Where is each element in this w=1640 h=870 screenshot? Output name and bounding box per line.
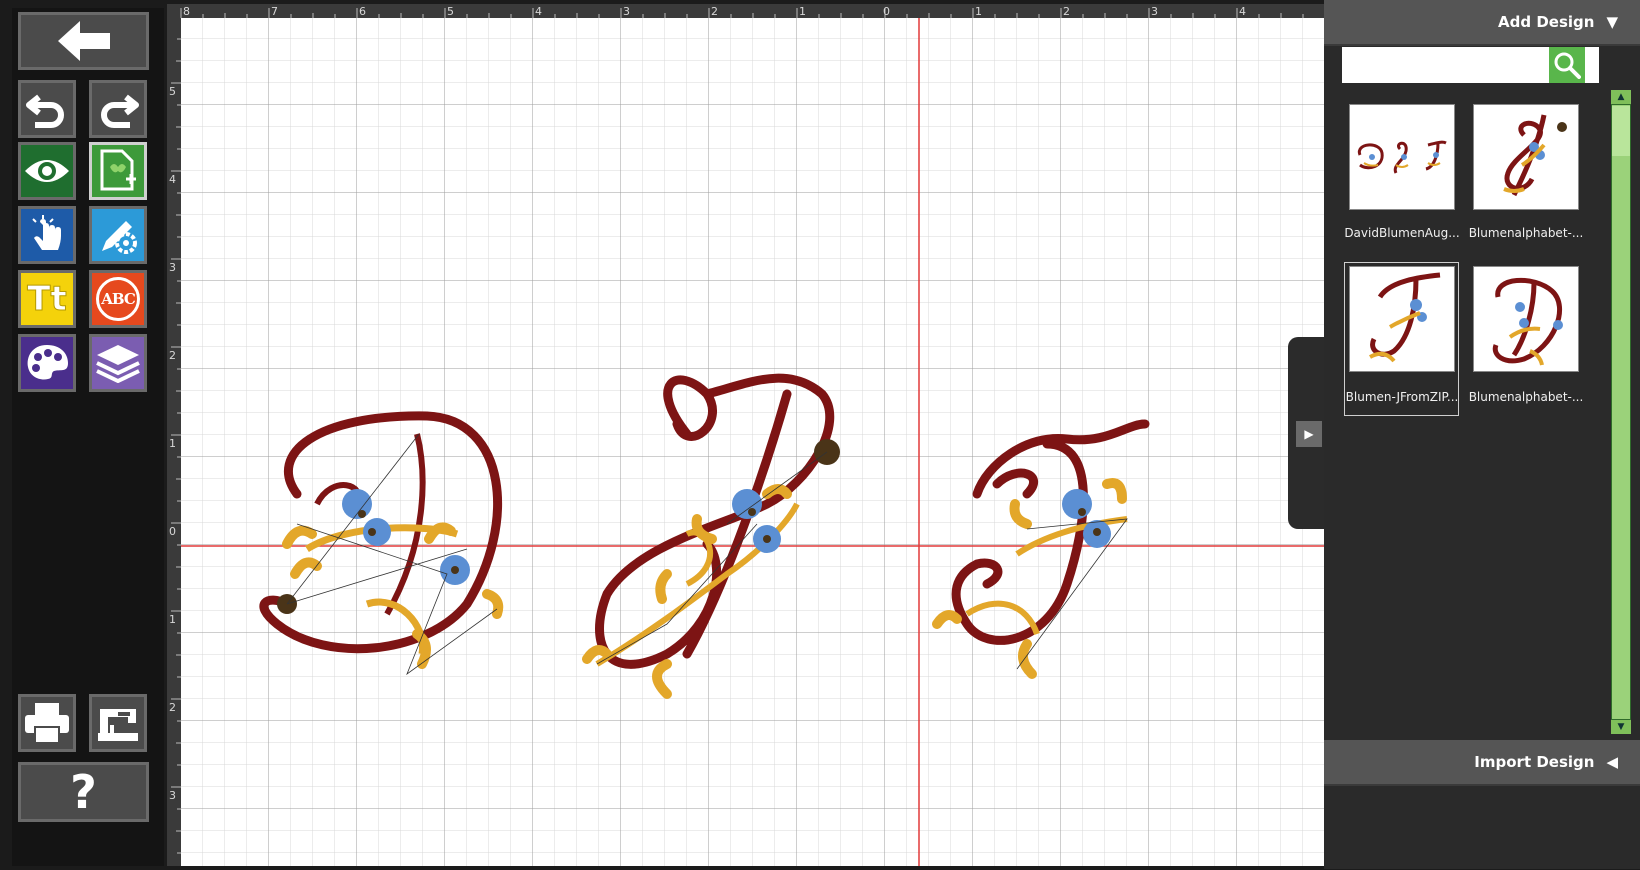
text-button[interactable]: Tt: [18, 270, 76, 328]
ruler-label: 3: [1151, 5, 1158, 18]
palette-icon: [27, 345, 69, 380]
help-icon: ?: [70, 765, 97, 819]
chevron-right-icon: ▶: [1304, 427, 1314, 441]
eye-icon: [25, 160, 69, 182]
select-button[interactable]: [18, 206, 76, 264]
scroll-down-button[interactable]: ▼: [1611, 720, 1631, 734]
help-button[interactable]: ?: [18, 762, 149, 822]
design-preview-j: [1369, 272, 1441, 363]
redo-icon: [101, 94, 139, 128]
ruler-label: 6: [359, 5, 366, 18]
ruler-label: 3: [623, 5, 630, 18]
design-canvas-area[interactable]: 8 7 6 5 4 3 2 1 0 1 2 3 4 5 4 3 2 1 0 1: [167, 4, 1324, 866]
send-to-machine-button[interactable]: [89, 694, 147, 752]
color-button[interactable]: [18, 334, 76, 392]
design-thumbnail[interactable]: [1473, 104, 1579, 210]
redo-button[interactable]: [89, 80, 147, 138]
ruler-label: 2: [711, 5, 718, 18]
design-preview-s: [1503, 114, 1567, 197]
monogram-button[interactable]: ABC: [89, 270, 147, 328]
ruler-label: 0: [169, 525, 176, 538]
chevron-down-icon: ▼: [1606, 13, 1618, 31]
design-thumbnail-selected[interactable]: [1349, 266, 1455, 372]
back-button[interactable]: [18, 12, 149, 70]
ruler-label: 1: [169, 437, 176, 450]
import-design-header[interactable]: Import Design ◀: [1324, 740, 1640, 786]
add-design-title: Add Design: [1498, 13, 1595, 31]
scroll-up-button[interactable]: ▲: [1611, 90, 1631, 104]
preview-button[interactable]: [18, 142, 76, 200]
design-name: Blumen-JFromZIP...: [1345, 390, 1459, 404]
layers-button[interactable]: [89, 334, 147, 392]
undo-button[interactable]: [18, 80, 76, 138]
ruler-label: 3: [169, 261, 176, 274]
design-name: DavidBlumenAug...: [1344, 226, 1460, 240]
ruler-label: 4: [1239, 5, 1246, 18]
sewing-machine-icon: [98, 709, 138, 741]
chevron-left-icon: ◀: [1606, 753, 1618, 771]
pencil-gear-icon: [102, 221, 137, 254]
ruler-label: 1: [799, 5, 806, 18]
search-icon: [1554, 52, 1581, 79]
pointer-hand-icon: [32, 215, 61, 250]
hoop-grid: 8 7 6 5 4 3 2 1 0 1 2 3 4 5 4 3 2 1 0 1: [167, 4, 1324, 866]
ruler-label: 5: [169, 85, 176, 98]
ruler-label: 2: [169, 701, 176, 714]
ruler-label: 0: [883, 5, 890, 18]
design-preview-d: [1492, 277, 1563, 366]
ruler-label: 1: [169, 613, 176, 626]
search-button[interactable]: [1549, 47, 1585, 83]
design-thumbnail[interactable]: [1349, 104, 1455, 210]
add-file-icon: [100, 149, 136, 191]
ruler-label: 2: [169, 349, 176, 362]
ruler-label: 3: [169, 789, 176, 802]
undo-icon: [26, 94, 64, 128]
ruler-label: 4: [169, 173, 176, 186]
ruler-label: 7: [271, 5, 278, 18]
arrow-up-icon: ▲: [1617, 92, 1625, 102]
import-design-title: Import Design: [1474, 753, 1595, 771]
back-arrow-icon: [57, 21, 110, 61]
left-toolbar: Tt ABC ?: [12, 8, 164, 866]
design-thumbnail[interactable]: [1473, 266, 1579, 372]
monogram-icon: ABC: [96, 277, 140, 321]
ruler-label: 1: [975, 5, 982, 18]
text-icon: Tt: [27, 279, 67, 320]
collapse-panel-button[interactable]: ▶: [1296, 421, 1322, 447]
ruler-label: 4: [535, 5, 542, 18]
ruler-label: 5: [447, 5, 454, 18]
print-button[interactable]: [18, 694, 76, 752]
design-name: Blumenalphabet-...: [1468, 390, 1584, 404]
add-design-button[interactable]: [89, 142, 147, 200]
edit-button[interactable]: [89, 206, 147, 264]
scrollbar-thumb[interactable]: [1612, 106, 1630, 156]
add-design-header[interactable]: Add Design ▼: [1324, 0, 1640, 46]
design-name: Blumenalphabet-...: [1468, 226, 1584, 240]
ruler-label: 8: [183, 5, 190, 18]
layers-icon: [96, 345, 140, 383]
panel-scrollbar[interactable]: [1611, 104, 1631, 720]
arrow-down-icon: ▼: [1617, 722, 1625, 732]
design-preview-dsj: [1357, 140, 1447, 174]
ruler-label: 2: [1063, 5, 1070, 18]
monogram-label: ABC: [101, 290, 136, 308]
printer-icon: [25, 703, 69, 744]
